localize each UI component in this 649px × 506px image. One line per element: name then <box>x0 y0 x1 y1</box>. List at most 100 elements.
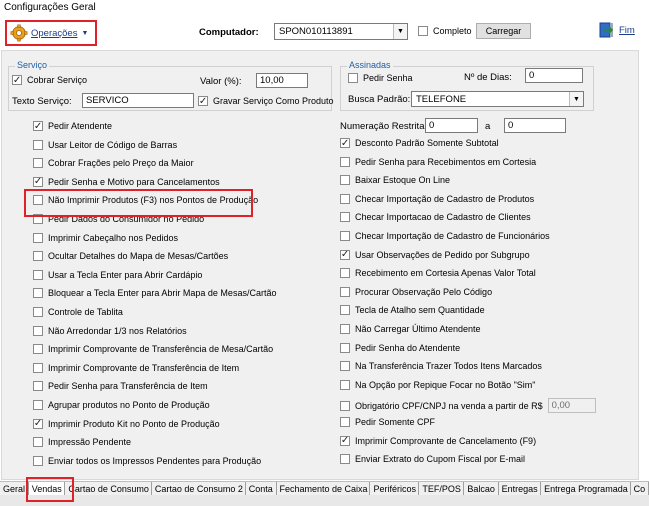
option-row[interactable]: Pedir Senha e Motivo para Cancelamentos <box>33 176 220 187</box>
checkbox-box[interactable] <box>12 75 22 85</box>
checkbox-box[interactable] <box>33 455 43 466</box>
tab-balcao[interactable]: Balcao <box>464 482 499 496</box>
checkbox-box[interactable] <box>33 437 43 448</box>
option-row[interactable]: Checar Importacao de Cadastro de Cliente… <box>340 212 531 223</box>
checkbox-box[interactable] <box>33 195 43 206</box>
checkbox-box[interactable] <box>340 435 350 446</box>
option-row[interactable]: Pedir Senha do Atendente <box>340 342 460 353</box>
checkbox-box[interactable] <box>340 175 350 186</box>
checkbox-box[interactable] <box>340 156 350 167</box>
numeracao-from-input[interactable]: 0 <box>425 118 478 133</box>
checkbox-box[interactable] <box>33 251 43 262</box>
checkbox-box[interactable] <box>340 400 350 411</box>
tab-vendas[interactable]: Vendas <box>28 482 66 496</box>
fim-button[interactable]: Fim <box>598 21 635 39</box>
pedir-senha-assinadas-checkbox[interactable]: Pedir Senha <box>348 73 413 83</box>
checkbox-box[interactable] <box>33 307 43 317</box>
option-row[interactable]: Na Opção por Repique Focar no Botão "Sim… <box>340 379 535 390</box>
option-row[interactable]: Checar Importação de Cadastro de Produto… <box>340 193 534 204</box>
completo-checkbox[interactable]: Completo <box>418 26 472 36</box>
checkbox-box[interactable] <box>340 324 350 334</box>
carregar-button[interactable]: Carregar <box>476 23 531 39</box>
checkbox-box[interactable] <box>340 268 350 279</box>
checkbox-box[interactable] <box>340 379 350 390</box>
numeracao-to-input[interactable]: 0 <box>504 118 566 133</box>
option-row[interactable]: Obrigatório CPF/CNPJ na venda a partir d… <box>340 398 596 414</box>
option-row[interactable]: Baixar Estoque On Line <box>340 175 450 186</box>
checkbox-box[interactable] <box>340 286 350 297</box>
checkbox-box[interactable] <box>33 381 43 392</box>
option-row[interactable]: Usar a Tecla Enter para Abrir Cardápio <box>33 269 202 280</box>
checkbox-box[interactable] <box>340 212 350 223</box>
checkbox-box[interactable] <box>340 342 350 353</box>
chevron-down-icon[interactable]: ▼ <box>393 24 407 39</box>
option-row[interactable]: Pedir Senha para Recebimentos em Cortesi… <box>340 156 536 167</box>
checkbox-box[interactable] <box>33 418 43 429</box>
option-row[interactable]: Desconto Padrão Somente Subtotal <box>340 138 499 148</box>
checkbox-box[interactable] <box>340 138 350 148</box>
option-row[interactable]: Imprimir Comprovante de Transferência de… <box>33 344 273 355</box>
tab-perif-ricos[interactable]: Periféricos <box>370 482 420 496</box>
checkbox-box[interactable] <box>33 269 43 280</box>
checkbox-box[interactable] <box>33 214 43 224</box>
tab-entrega-programada[interactable]: Entrega Programada <box>541 482 631 496</box>
checkbox-box[interactable] <box>33 139 43 150</box>
option-row[interactable]: Tecla de Atalho sem Quantidade <box>340 305 485 316</box>
option-row[interactable]: Pedir Somente CPF <box>340 417 435 427</box>
checkbox-box[interactable] <box>33 232 43 243</box>
checkbox-box[interactable] <box>340 361 350 372</box>
tab-cartao-de-consumo-2[interactable]: Cartao de Consumo 2 <box>152 482 246 496</box>
checkbox-box[interactable] <box>340 305 350 316</box>
checkbox-box[interactable] <box>340 417 350 427</box>
checkbox-box[interactable] <box>33 400 43 410</box>
checkbox-box[interactable] <box>33 288 43 299</box>
option-row[interactable]: Imprimir Comprovante de Cancelamento (F9… <box>340 435 536 446</box>
busca-padrao-select[interactable]: TELEFONE ▼ <box>411 91 584 107</box>
checkbox-box[interactable] <box>418 26 428 36</box>
option-row[interactable]: Usar Leitor de Código de Barras <box>33 139 177 150</box>
option-row[interactable]: Enviar Extrato do Cupom Fiscal por E-mai… <box>340 454 525 465</box>
tab-entregas[interactable]: Entregas <box>499 482 542 496</box>
option-row[interactable]: Ocultar Detalhes do Mapa de Mesas/Cartõe… <box>33 251 228 262</box>
option-row[interactable]: Agrupar produtos no Ponto de Produção <box>33 400 210 410</box>
checkbox-box[interactable] <box>348 73 358 83</box>
option-row[interactable]: Usar Observações de Pedido por Subgrupo <box>340 249 530 260</box>
option-row[interactable]: Controle de Tablita <box>33 307 123 317</box>
dias-input[interactable]: 0 <box>525 68 583 83</box>
option-row[interactable]: Impressão Pendente <box>33 437 131 448</box>
checkbox-box[interactable] <box>33 158 43 169</box>
checkbox-box[interactable] <box>33 176 43 187</box>
option-row[interactable]: Imprimir Produto Kit no Ponto de Produçã… <box>33 418 220 429</box>
option-row[interactable]: Pedir Senha para Transferência de Item <box>33 381 208 392</box>
checkbox-box[interactable] <box>340 193 350 204</box>
checkbox-box[interactable] <box>33 121 43 131</box>
checkbox-box[interactable] <box>340 454 350 465</box>
cobrar-servico-checkbox[interactable]: Cobrar Serviço <box>12 75 87 85</box>
horizontal-scrollbar[interactable] <box>0 495 649 506</box>
checkbox-box[interactable] <box>33 325 43 336</box>
option-row[interactable]: Pedir Dados do Consumidor no Pedido <box>33 214 204 224</box>
option-row[interactable]: Pedir Atendente <box>33 121 112 131</box>
gravar-servico-checkbox[interactable]: Gravar Serviço Como Produto <box>198 96 334 106</box>
tab-conta[interactable]: Conta <box>246 482 277 496</box>
option-row[interactable]: Recebimento em Cortesia Apenas Valor Tot… <box>340 268 536 279</box>
tab-cartao-de-consumo[interactable]: Cartao de Consumo <box>65 482 152 496</box>
option-row[interactable]: Bloquear a Tecla Enter para Abrir Mapa d… <box>33 288 276 299</box>
option-row[interactable]: Procurar Observação Pelo Código <box>340 286 492 297</box>
option-row[interactable]: Não Carregar Último Atendente <box>340 324 481 334</box>
option-row[interactable]: Na Transferência Trazer Todos Itens Marc… <box>340 361 542 372</box>
checkbox-box[interactable] <box>198 96 208 106</box>
tab-tef-pos[interactable]: TEF/POS <box>419 482 465 496</box>
tab-fechamento-de-caixa[interactable]: Fechamento de Caixa <box>277 482 371 496</box>
computador-select[interactable]: SPON010113891 ▼ <box>274 23 408 40</box>
option-row[interactable]: Imprimir Cabeçalho nos Pedidos <box>33 232 178 243</box>
option-row[interactable]: Não Imprimir Produtos (F3) nos Pontos de… <box>33 195 258 206</box>
checkbox-box[interactable] <box>340 249 350 260</box>
texto-servico-input[interactable]: SERVICO <box>82 93 194 108</box>
option-row[interactable]: Cobrar Frações pelo Preço da Maior <box>33 158 194 169</box>
tab-co[interactable]: Co <box>631 482 649 496</box>
operacoes-button[interactable]: Operações ▼ <box>5 20 97 46</box>
checkbox-box[interactable] <box>33 344 43 355</box>
option-row[interactable]: Enviar todos os Impressos Pendentes para… <box>33 455 261 466</box>
cpf-min-value-input[interactable]: 0,00 <box>547 398 596 414</box>
